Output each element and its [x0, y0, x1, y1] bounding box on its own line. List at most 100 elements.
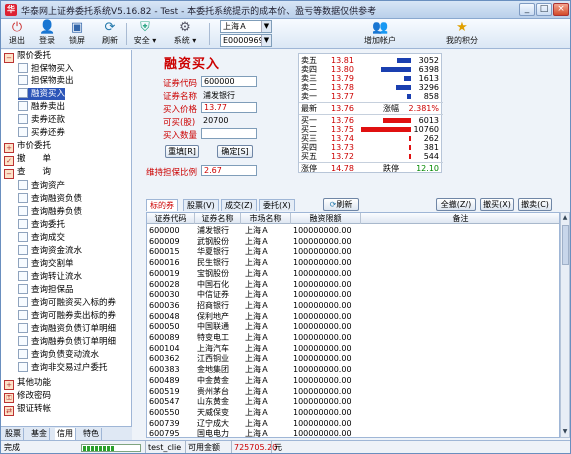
confirm-button[interactable]: 确定[S] — [217, 145, 253, 158]
security-button[interactable]: ⛨ 安全 ▾ — [131, 20, 159, 48]
column-header[interactable]: 市场名称 — [241, 213, 291, 224]
tree-item-cancel[interactable]: ✓ 撤 单 — [4, 153, 51, 166]
tree-item-bank-transfer[interactable]: ⇄ 银证转帐 — [4, 403, 52, 416]
tree-item-label: 担保物买入 — [31, 64, 74, 74]
tree-item-query-short-debt-detail[interactable]: 查询融券负债订单明细 — [18, 336, 116, 348]
tree-item-query-assets[interactable]: 查询资产 — [18, 180, 65, 192]
grid-refresh-button[interactable]: ⟳刷新 — [323, 198, 359, 211]
tree-item-query-margin-debt-detail[interactable]: 查询融资负债订单明细 — [18, 323, 116, 335]
tree-item-query-margin-targets[interactable]: 查询可融资买入标的券 — [18, 297, 116, 309]
tab-credit[interactable]: 信用 — [55, 428, 76, 440]
document-icon — [18, 362, 28, 372]
exit-button[interactable]: ⏻ 退出 — [5, 20, 29, 48]
code-input[interactable]: 600000 — [201, 76, 257, 87]
qty-input[interactable] — [201, 128, 257, 139]
table-row[interactable]: 600030 中信证券 上海Ａ 100000000.00 — [147, 289, 559, 300]
refresh-icon: ⟳ — [104, 20, 116, 35]
tree-item-margin-buy[interactable]: 融资买入 — [18, 88, 66, 100]
tree-item-query-debt-change[interactable]: 查询负债变动流水 — [18, 349, 99, 361]
table-row[interactable]: 600550 天威保变 上海Ａ 100000000.00 — [147, 407, 559, 418]
lock-button[interactable]: ▣ 锁屏 — [65, 20, 89, 48]
table-cell: 中国石化 — [197, 279, 229, 289]
tab-special[interactable]: 特色 — [81, 428, 102, 440]
table-row[interactable]: 600104 上海汽车 上海Ａ 100000000.00 — [147, 343, 559, 354]
table-row[interactable]: 600048 保利地产 上海Ａ 100000000.00 — [147, 311, 559, 322]
tree-item-query-transfer-flow[interactable]: 查询转让流水 — [18, 271, 82, 283]
table-row[interactable]: 600019 宝钢股份 上海Ａ 100000000.00 — [147, 268, 559, 279]
table-cell: 国电电力 — [197, 429, 229, 438]
table-row[interactable]: 600362 江西铜业 上海Ａ 100000000.00 — [147, 353, 559, 364]
tree-item-query-collateral[interactable]: 查询担保品 — [18, 284, 74, 296]
app-logo-icon: 华 — [5, 4, 17, 16]
cancel-buy-button[interactable]: 撤买(X) — [480, 198, 514, 211]
table-cell — [363, 225, 559, 236]
tree-item-query-fund-flow[interactable]: 查询资金流水 — [18, 245, 82, 257]
tree-item-query-orders[interactable]: 查询委托 — [18, 219, 65, 231]
cancel-sell-button[interactable]: 撤卖(C) — [518, 198, 552, 211]
table-row[interactable]: 600050 中国联通 上海Ａ 100000000.00 — [147, 321, 559, 332]
table-row[interactable]: 600547 山东黄金 上海Ａ 100000000.00 — [147, 396, 559, 407]
tree-item-query-settlement[interactable]: 查询交割单 — [18, 258, 74, 270]
table-scrollbar[interactable]: ▲ ▼ — [560, 212, 570, 438]
column-header[interactable]: 证券代码 — [147, 213, 195, 224]
level-price: 13.79 — [331, 74, 354, 83]
scroll-up-icon[interactable]: ▲ — [561, 213, 569, 223]
table-row[interactable]: 600489 中金黄金 上海Ａ 100000000.00 — [147, 375, 559, 386]
table-row[interactable]: 600009 武钢股份 上海Ａ 100000000.00 — [147, 236, 559, 247]
level-volume: 858 — [423, 92, 439, 101]
tree-item-other[interactable]: + 其他功能 — [4, 377, 51, 390]
tree-item-sell-repay[interactable]: 卖券还款 — [18, 114, 65, 126]
table-row[interactable]: 600016 民生银行 上海Ａ 100000000.00 — [147, 257, 559, 268]
toolbar-separator — [126, 23, 127, 45]
column-header[interactable]: 证券名称 — [195, 213, 241, 224]
close-button[interactable]: × — [553, 3, 569, 16]
my-points-button[interactable]: ★ 我的积分 — [443, 20, 481, 48]
table-row[interactable]: 600015 华夏银行 上海Ａ 100000000.00 — [147, 246, 559, 257]
account-select[interactable]: E000096912 ▼ — [220, 34, 272, 47]
tab-holdings[interactable]: 股票(V) — [183, 199, 219, 211]
tree-item-query-margin-debt[interactable]: 查询融资负债 — [18, 193, 82, 205]
tree-item-query-short-targets[interactable]: 查询可融券卖出标的券 — [18, 310, 116, 322]
tree-item-change-password[interactable]: ⚿ 修改密码 — [4, 390, 51, 403]
tree-item-market-order[interactable]: + 市价委托 — [4, 140, 51, 153]
table-row[interactable]: 600383 金地集团 上海Ａ 100000000.00 — [147, 364, 559, 375]
price-input[interactable]: 13.77 — [201, 102, 257, 113]
quote-row: 卖四 13.80 6398 — [299, 65, 443, 74]
table-row[interactable]: 600036 招商银行 上海Ａ 100000000.00 — [147, 300, 559, 311]
table-row[interactable]: 600519 贵州茅台 上海Ａ 100000000.00 — [147, 386, 559, 397]
tree-item-query-short-debt[interactable]: 查询融券负债 — [18, 206, 82, 218]
add-account-button[interactable]: 👥 增加帐户 — [361, 20, 399, 48]
tree-item-limit-order[interactable]: − 限价委托 — [4, 50, 51, 63]
tab-stocks[interactable]: 股票 — [3, 428, 24, 440]
table-row[interactable]: 600089 特变电工 上海Ａ 100000000.00 — [147, 332, 559, 343]
minimize-button[interactable]: _ — [519, 3, 535, 16]
tab-trades[interactable]: 成交(Z) — [221, 199, 257, 211]
tree-item-query-trades[interactable]: 查询成交 — [18, 232, 65, 244]
table-row[interactable]: 600795 国电电力 上海Ａ 100000000.00 — [147, 428, 559, 438]
tree-item-collateral-buy[interactable]: 担保物买入 — [18, 63, 74, 75]
tree-item-collateral-sell[interactable]: 担保物卖出 — [18, 75, 74, 87]
refresh-button[interactable]: ⟳ 刷新 — [98, 20, 122, 48]
tab-funds[interactable]: 基金 — [29, 428, 50, 440]
cancel-all-button[interactable]: 全撤(Z/) — [436, 198, 476, 211]
tree-item-query-non-trade-transfer[interactable]: 查询非交易过户委托 — [18, 362, 108, 374]
tree-item-query[interactable]: − 查 询 — [4, 166, 51, 179]
table-row[interactable]: 600739 辽宁成大 上海Ａ 100000000.00 — [147, 418, 559, 429]
tree-item-short-sell[interactable]: 融券卖出 — [18, 101, 65, 113]
column-header[interactable]: 备注 — [361, 213, 559, 224]
login-button[interactable]: 👤 登录 — [35, 20, 59, 48]
scroll-down-icon[interactable]: ▼ — [561, 427, 569, 437]
tab-targets[interactable]: 标的券 — [146, 199, 178, 211]
maximize-button[interactable]: □ — [536, 3, 552, 16]
tab-orders[interactable]: 委托(X) — [259, 199, 295, 211]
table-row[interactable]: 600000 浦发银行 上海Ａ 100000000.00 — [147, 225, 559, 236]
market-select[interactable]: 上海Ａ ▼ — [220, 20, 272, 33]
table-row[interactable]: 600028 中国石化 上海Ａ 100000000.00 — [147, 279, 559, 290]
column-header[interactable]: 融资限额 — [291, 213, 361, 224]
scroll-thumb[interactable] — [562, 225, 569, 265]
reset-button[interactable]: 重填[R] — [165, 145, 199, 158]
tree-item-label: 银证转帐 — [17, 404, 52, 414]
tree-item-buy-return[interactable]: 买券还券 — [18, 127, 65, 139]
table-cell: 江西铜业 — [197, 354, 229, 364]
system-button[interactable]: ⚙ 系统 ▾ — [171, 20, 199, 48]
